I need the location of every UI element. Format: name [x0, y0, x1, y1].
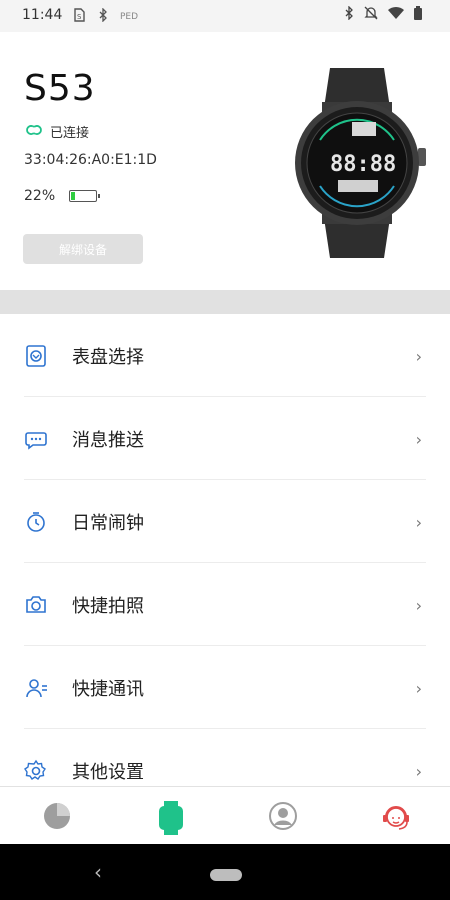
message-icon	[24, 427, 48, 451]
status-icons-right	[344, 5, 422, 24]
battery-icon	[414, 6, 422, 24]
status-icons-left: S PED	[72, 7, 138, 27]
chevron-right-icon: ›	[415, 679, 422, 698]
alarm-icon	[24, 510, 48, 534]
user-icon	[269, 802, 297, 830]
tab-profile[interactable]	[268, 801, 298, 831]
settings-icon	[24, 759, 48, 783]
menu-item-other-settings[interactable]: 其他设置 ›	[0, 729, 450, 786]
menu-item-contacts[interactable]: 快捷通讯 ›	[0, 646, 450, 729]
battery-percent: 22%	[24, 188, 56, 204]
bluetooth-icon	[344, 5, 354, 24]
mac-address: 33:04:26:A0:E1:1D	[24, 152, 157, 168]
menu-item-watch-face[interactable]: 表盘选择 ›	[0, 314, 450, 397]
link-icon	[24, 123, 44, 141]
section-divider	[0, 290, 450, 314]
menu-item-label: 表盘选择	[72, 347, 144, 368]
watch-face-icon	[24, 344, 48, 368]
menu-item-label: 日常闹钟	[72, 513, 144, 534]
unbind-device-button[interactable]: 解绑设备	[23, 234, 143, 264]
chevron-right-icon: ›	[415, 762, 422, 781]
contacts-icon	[24, 676, 48, 700]
tab-device[interactable]	[156, 801, 186, 835]
svg-text:S: S	[77, 13, 82, 21]
svg-text:88:88: 88:88	[330, 152, 396, 177]
settings-menu: 表盘选择 › 消息推送 › 日常闹钟 › 快捷拍照 › 快捷通讯 › 其他设置 …	[0, 314, 450, 786]
mute-icon	[364, 6, 378, 24]
bluetooth-icon	[98, 7, 108, 26]
battery-row: 22%	[24, 188, 101, 204]
customer-service-icon	[383, 806, 409, 830]
device-card: S53 已连接 33:04:26:A0:E1:1D 22% 解绑设备 88:88	[0, 32, 450, 290]
connection-status: 已连接	[50, 126, 90, 141]
menu-item-label: 快捷通讯	[72, 679, 144, 700]
device-name: S53	[24, 68, 96, 109]
menu-item-label: 快捷拍照	[72, 596, 144, 617]
camera-icon	[24, 593, 48, 617]
menu-item-message-push[interactable]: 消息推送 ›	[0, 397, 450, 480]
menu-item-camera[interactable]: 快捷拍照 ›	[0, 563, 450, 646]
chevron-right-icon: ›	[415, 430, 422, 449]
chevron-right-icon: ›	[415, 347, 422, 366]
chevron-right-icon: ›	[415, 513, 422, 532]
battery-indicator	[69, 190, 101, 202]
pie-chart-icon	[44, 803, 70, 829]
sim-icon: S	[72, 7, 86, 27]
tab-stats[interactable]	[42, 801, 72, 831]
status-bar: 11:44 S PED	[0, 0, 450, 32]
battery-fill	[71, 192, 75, 200]
connection-row: 已连接	[24, 122, 89, 141]
tab-support[interactable]	[380, 801, 410, 831]
home-pill[interactable]	[210, 869, 242, 881]
menu-item-label: 消息推送	[72, 430, 144, 451]
menu-item-label: 其他设置	[72, 762, 144, 783]
menu-item-alarm[interactable]: 日常闹钟 ›	[0, 480, 450, 563]
status-small-text: PED	[120, 12, 139, 22]
wifi-icon	[388, 6, 404, 24]
bottom-tab-bar	[0, 786, 450, 845]
back-icon[interactable]: ‹	[94, 860, 102, 884]
chevron-right-icon: ›	[415, 596, 422, 615]
system-nav-bar: ‹	[0, 844, 450, 900]
watch-icon	[159, 801, 183, 835]
status-time: 11:44	[22, 7, 63, 23]
watch-image: 88:88	[295, 68, 426, 258]
